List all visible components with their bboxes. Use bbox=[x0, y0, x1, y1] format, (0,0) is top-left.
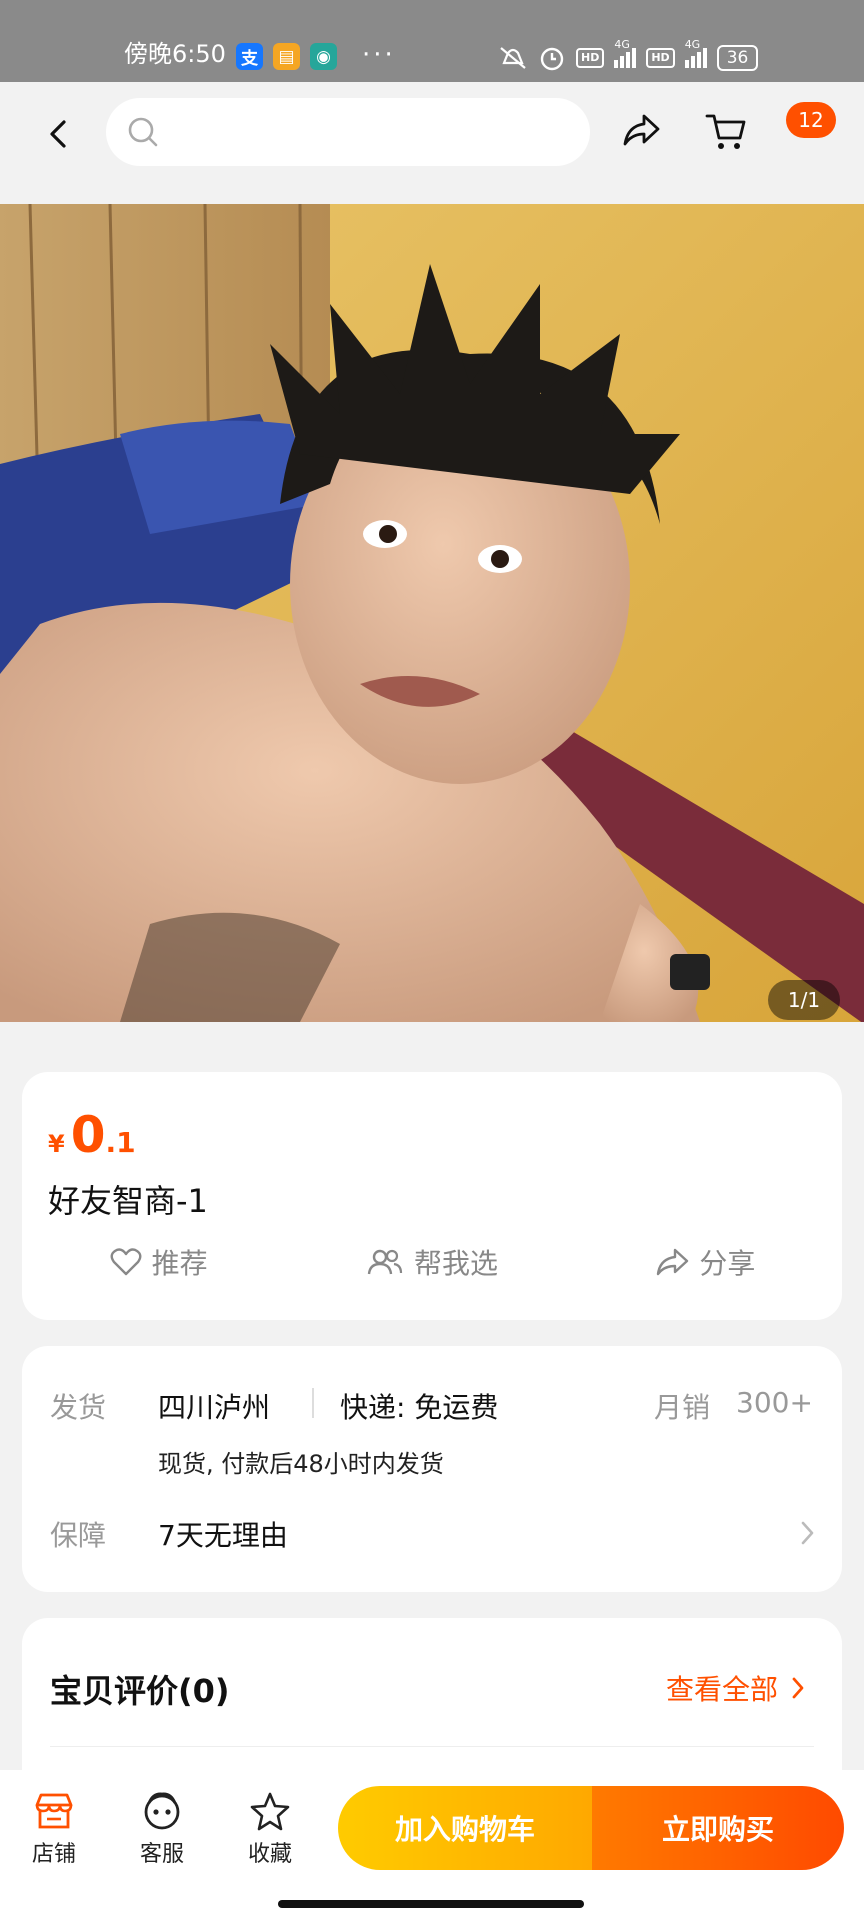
signal-icon: 4G bbox=[614, 38, 637, 68]
divider bbox=[50, 1746, 814, 1747]
chevron-right-icon bbox=[792, 1677, 804, 1699]
favorite-label: 收藏 bbox=[247, 1842, 292, 1867]
status-time: 傍晚6:50 bbox=[124, 40, 226, 68]
view-all-reviews-link[interactable]: 查看全部 bbox=[666, 1668, 806, 1708]
search-input[interactable] bbox=[106, 98, 590, 166]
product-photo-graphic bbox=[0, 204, 864, 1022]
reviews-title: 宝贝评价(0) bbox=[50, 1672, 230, 1710]
alarm-icon bbox=[540, 47, 564, 71]
home-indicator[interactable] bbox=[278, 1900, 584, 1908]
heart-icon bbox=[110, 1248, 142, 1276]
hd-badge: HD bbox=[576, 48, 605, 68]
product-title: 好友智商-1 bbox=[48, 1182, 208, 1220]
customer-service-icon bbox=[144, 1792, 180, 1830]
app-icon: ◉ bbox=[310, 43, 337, 70]
search-icon bbox=[128, 117, 158, 147]
help-choose-button[interactable]: 帮我选 bbox=[295, 1242, 568, 1282]
shipping-card[interactable]: 发货 四川泸州 快递: 免运费 月销 300+ 现货, 付款后48小时内发货 保… bbox=[22, 1346, 842, 1592]
signal-icon-2: 4G bbox=[684, 38, 707, 68]
customer-service-button[interactable]: 客服 bbox=[122, 1786, 202, 1868]
cart-count-badge: 12 bbox=[786, 102, 836, 138]
express-info: 快递: 免运费 bbox=[340, 1391, 499, 1424]
guarantee-label: 保障 bbox=[50, 1519, 107, 1552]
people-icon bbox=[367, 1249, 403, 1275]
shipping-label: 发货 bbox=[50, 1391, 107, 1424]
hd-badge-2: HD bbox=[646, 48, 675, 68]
notes-icon: ▤ bbox=[273, 43, 300, 70]
product-info-card: ¥ 0 .1 好友智商-1 推荐 帮我选 分享 bbox=[22, 1072, 842, 1320]
cart-button[interactable] bbox=[704, 110, 748, 156]
add-to-cart-button[interactable]: 加入购物车 bbox=[338, 1786, 592, 1870]
favorite-button[interactable]: 收藏 bbox=[230, 1786, 310, 1868]
back-button[interactable] bbox=[40, 114, 80, 154]
bottom-action-bar: 店铺 客服 收藏 加入购物车 立即购买 bbox=[0, 1770, 864, 1920]
product-actions: 推荐 帮我选 分享 bbox=[22, 1242, 842, 1282]
monthly-sales-label: 月销 bbox=[654, 1391, 711, 1424]
top-nav: 12 bbox=[0, 82, 864, 204]
buy-now-button[interactable]: 立即购买 bbox=[592, 1786, 844, 1870]
shipping-note: 现货, 付款后48小时内发货 bbox=[158, 1450, 444, 1478]
guarantee-value: 7天无理由 bbox=[158, 1519, 288, 1552]
store-icon bbox=[35, 1793, 73, 1829]
chevron-right-icon bbox=[801, 1521, 814, 1545]
shipping-origin: 四川泸州 bbox=[158, 1391, 271, 1424]
monthly-sales-value: 300+ bbox=[736, 1386, 813, 1419]
price-integer: 0 bbox=[70, 1106, 106, 1164]
share-product-button[interactable]: 分享 bbox=[569, 1242, 842, 1282]
share-icon bbox=[623, 114, 660, 146]
more-notifications-icon: ··· bbox=[362, 40, 396, 70]
image-counter: 1/1 bbox=[768, 980, 840, 1020]
chevron-left-icon bbox=[50, 120, 66, 148]
share-icon bbox=[657, 1248, 689, 1276]
store-label: 店铺 bbox=[31, 1842, 76, 1867]
share-label: 分享 bbox=[699, 1247, 756, 1280]
view-all-label: 查看全部 bbox=[666, 1673, 779, 1706]
product-image[interactable]: 1/1 bbox=[0, 204, 864, 1022]
store-button[interactable]: 店铺 bbox=[14, 1786, 94, 1868]
status-indicators: HD 4G HD 4G 36 bbox=[498, 38, 759, 72]
share-button[interactable] bbox=[620, 110, 662, 156]
currency-symbol: ¥ bbox=[48, 1130, 65, 1158]
price-decimal: .1 bbox=[105, 1126, 136, 1159]
status-app-icons: 支 ▤ ◉ bbox=[236, 43, 337, 70]
status-bar: 傍晚6:50 支 ▤ ◉ ··· HD 4G HD 4G 36 bbox=[0, 0, 864, 82]
price: ¥ 0 .1 bbox=[48, 1106, 136, 1164]
recommend-label: 推荐 bbox=[151, 1247, 208, 1280]
mute-icon bbox=[500, 47, 526, 69]
alipay-icon: 支 bbox=[236, 43, 263, 70]
recommend-button[interactable]: 推荐 bbox=[22, 1242, 295, 1282]
customer-service-label: 客服 bbox=[139, 1842, 184, 1867]
star-icon bbox=[250, 1792, 290, 1831]
battery-icon: 36 bbox=[716, 45, 759, 71]
cart-icon bbox=[705, 114, 746, 149]
help-choose-label: 帮我选 bbox=[413, 1247, 498, 1280]
divider bbox=[312, 1388, 314, 1418]
